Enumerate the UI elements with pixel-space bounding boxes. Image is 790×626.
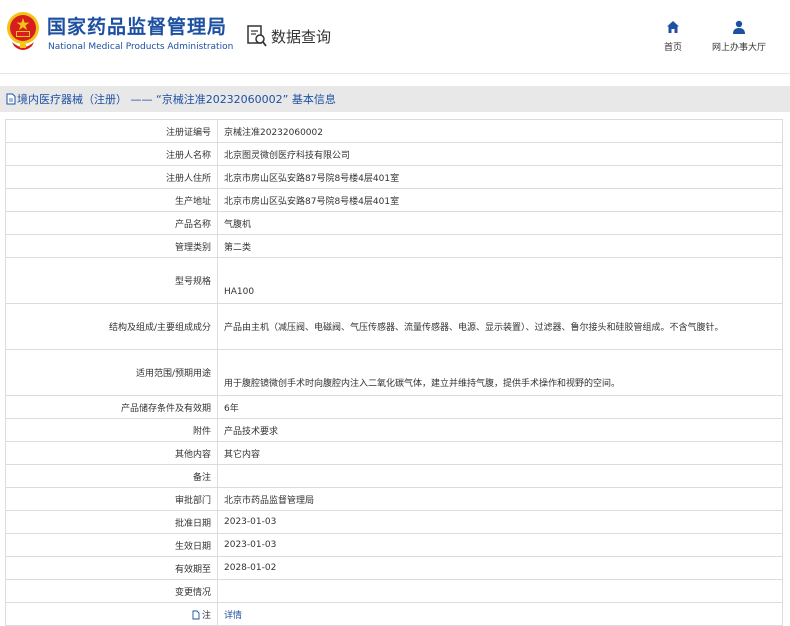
row-value-cell: 详情 (217, 602, 783, 626)
row-value: 其它内容 (217, 441, 783, 465)
row-value: 北京图灵微创医疗科技有限公司 (217, 142, 783, 166)
note-icon (192, 610, 200, 620)
table-row: 注 详情 (5, 602, 783, 626)
row-value: 用于腹腔镜微创手术时向腹腔内注入二氧化碳气体，建立并维持气腹，提供手术操作和视野… (217, 349, 783, 396)
table-row: 备注 (5, 464, 783, 488)
row-label: 产品名称 (5, 211, 218, 235)
table-row: 注册证编号 京械注准20232060002 (5, 119, 783, 143)
row-label: 产品储存条件及有效期 (5, 395, 218, 419)
row-label: 变更情况 (5, 579, 218, 603)
table-row: 适用范围/预期用途 用于腹腔镜微创手术时向腹腔内注入二氧化碳气体，建立并维持气腹… (5, 349, 783, 396)
row-label: 注 (201, 610, 211, 621)
table-row: 产品名称 气腹机 (5, 211, 783, 235)
table-row: 注册人住所 北京市房山区弘安路87号院8号楼4层401室 (5, 165, 783, 189)
row-value: 北京市房山区弘安路87号院8号楼4层401室 (217, 188, 783, 212)
row-label: 有效期至 (5, 556, 218, 580)
row-label: 审批部门 (5, 487, 218, 511)
row-value: 产品技术要求 (217, 418, 783, 442)
row-label: 其他内容 (5, 441, 218, 465)
row-value: 京械注准20232060002 (217, 119, 783, 143)
site-header: 国家药品监督管理局 National Medical Products Admi… (0, 0, 790, 72)
table-row: 结构及组成/主要组成成分 产品由主机（减压阀、电磁阀、气压传感器、流量传感器、电… (5, 303, 783, 350)
row-value: 2023-01-03 (217, 533, 783, 557)
row-label: 结构及组成/主要组成成分 (5, 303, 218, 350)
table-row: 产品储存条件及有效期 6年 (5, 395, 783, 419)
data-query-label: 数据查询 (271, 27, 332, 46)
home-icon (667, 21, 679, 33)
site-name-cn[interactable]: 国家药品监督管理局 (47, 12, 227, 39)
row-value: 第二类 (217, 234, 783, 258)
row-label: 注册人名称 (5, 142, 218, 166)
table-row: 其他内容 其它内容 (5, 441, 783, 465)
record-title: 境内医疗器械（注册） —— “京械注准20232060002” 基本信息 (17, 93, 336, 106)
row-label: 生效日期 (5, 533, 218, 557)
national-emblem-icon (7, 12, 39, 50)
table-row: 生产地址 北京市房山区弘安路87号院8号楼4层401室 (5, 188, 783, 212)
document-search-icon (247, 25, 267, 47)
device-detail-table: 注册证编号 京械注准20232060002 注册人名称 北京图灵微创医疗科技有限… (5, 119, 783, 626)
row-value: 6年 (217, 395, 783, 419)
row-label: 注册人住所 (5, 165, 218, 189)
row-value (217, 579, 783, 603)
row-value: 北京市房山区弘安路87号院8号楼4层401室 (217, 165, 783, 189)
table-row: 审批部门 北京市药品监督管理局 (5, 487, 783, 511)
table-row: 型号规格 HA100 (5, 257, 783, 304)
data-query-link[interactable]: 数据查询 (247, 24, 331, 48)
row-value: 2028-01-02 (217, 556, 783, 580)
note-label-cell: 注 (5, 602, 218, 626)
table-row: 生效日期 2023-01-03 (5, 533, 783, 557)
row-label: 备注 (5, 464, 218, 488)
row-value: 产品由主机（减压阀、电磁阀、气压传感器、流量传感器、电源、显示装置）、过滤器、鲁… (217, 303, 783, 350)
user-icon (733, 20, 745, 34)
nav-online-office-label: 网上办事大厅 (711, 43, 766, 53)
row-value: HA100 (217, 257, 783, 304)
details-link[interactable]: 详情 (224, 611, 242, 621)
record-title-bar: 境内医疗器械（注册） —— “京械注准20232060002” 基本信息 (0, 86, 790, 112)
site-name-en[interactable]: National Medical Products Administration (48, 42, 233, 52)
document-icon (6, 93, 16, 105)
row-label: 适用范围/预期用途 (5, 349, 218, 396)
table-row: 有效期至 2028-01-02 (5, 556, 783, 580)
nav-home-label: 首页 (663, 43, 682, 53)
row-label: 注册证编号 (5, 119, 218, 143)
row-value: 北京市药品监督管理局 (217, 487, 783, 511)
table-row: 注册人名称 北京图灵微创医疗科技有限公司 (5, 142, 783, 166)
row-value (217, 464, 783, 488)
row-label: 生产地址 (5, 188, 218, 212)
table-row: 变更情况 (5, 579, 783, 603)
row-label: 批准日期 (5, 510, 218, 534)
row-label: 管理类别 (5, 234, 218, 258)
row-value: 气腹机 (217, 211, 783, 235)
table-row: 批准日期 2023-01-03 (5, 510, 783, 534)
table-row: 管理类别 第二类 (5, 234, 783, 258)
header-divider (0, 73, 790, 74)
nav-online-office[interactable]: 网上办事大厅 (706, 20, 772, 53)
row-label: 型号规格 (5, 257, 218, 304)
nav-home[interactable]: 首页 (660, 20, 686, 53)
row-value: 2023-01-03 (217, 510, 783, 534)
table-row: 附件 产品技术要求 (5, 418, 783, 442)
row-label: 附件 (5, 418, 218, 442)
